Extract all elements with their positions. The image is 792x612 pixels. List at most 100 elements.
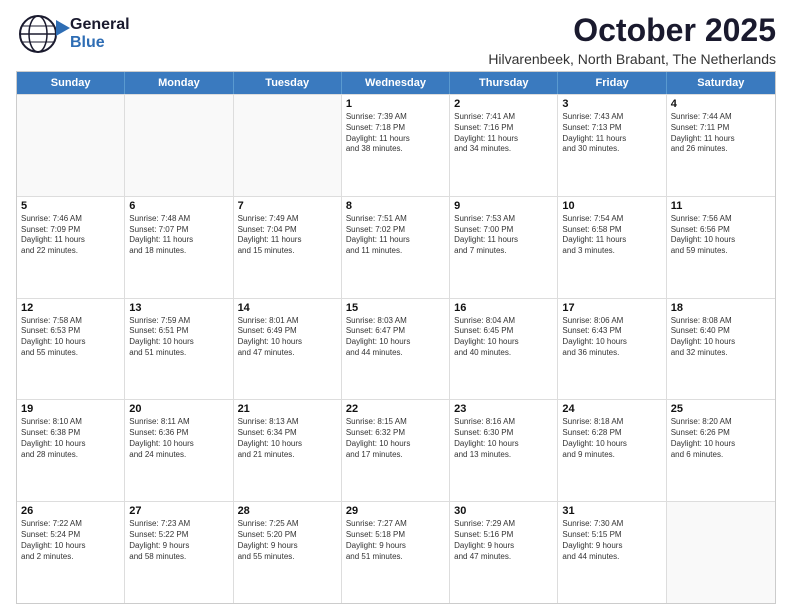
logo-general: General [70,16,130,34]
calendar-cell [667,502,775,603]
calendar-cell: 18 Sunrise: 8:08 AM Sunset: 6:40 PM Dayli… [667,299,775,400]
subtitle: Hilvarenbeek, North Brabant, The Netherl… [488,51,776,67]
day-info: Sunrise: 7:51 AM Sunset: 7:02 PM Dayligh… [346,214,445,257]
day-info: Sunrise: 7:46 AM Sunset: 7:09 PM Dayligh… [21,214,120,257]
calendar-cell: 25 Sunrise: 8:20 AM Sunset: 6:26 PM Dayli… [667,400,775,501]
day-info: Sunrise: 7:59 AM Sunset: 6:51 PM Dayligh… [129,316,228,359]
calendar-cell: 9Sunrise: 7:53 AM Sunset: 7:00 PM Daylig… [450,197,558,298]
day-info: Sunrise: 7:30 AM Sunset: 5:15 PM Dayligh… [562,519,661,562]
day-info: Sunrise: 8:13 AM Sunset: 6:34 PM Dayligh… [238,417,337,460]
calendar-cell: 20 Sunrise: 8:11 AM Sunset: 6:36 PM Dayli… [125,400,233,501]
day-number: 5 [21,200,120,212]
day-number: 3 [562,98,661,110]
day-number: 6 [129,200,228,212]
day-number: 30 [454,505,553,517]
calendar-cell: 3 Sunrise: 7:43 AM Sunset: 7:13 PM Daylig… [558,95,666,196]
day-number: 10 [562,200,661,212]
calendar-cell: 19 Sunrise: 8:10 AM Sunset: 6:38 PM Dayli… [17,400,125,501]
day-info: Sunrise: 7:44 AM Sunset: 7:11 PM Dayligh… [671,112,771,155]
day-number: 12 [21,302,120,314]
day-number: 14 [238,302,337,314]
day-info: Sunrise: 7:41 AM Sunset: 7:16 PM Dayligh… [454,112,553,155]
day-number: 26 [21,505,120,517]
calendar-cell: 24 Sunrise: 8:18 AM Sunset: 6:28 PM Dayli… [558,400,666,501]
calendar-cell: 30 Sunrise: 7:29 AM Sunset: 5:16 PM Dayli… [450,502,558,603]
day-info: Sunrise: 8:20 AM Sunset: 6:26 PM Dayligh… [671,417,771,460]
calendar-cell [17,95,125,196]
day-of-week-header: Friday [558,72,666,94]
calendar-header: SundayMondayTuesdayWednesdayThursdayFrid… [17,72,775,94]
day-info: Sunrise: 7:27 AM Sunset: 5:18 PM Dayligh… [346,519,445,562]
calendar-cell: 16 Sunrise: 8:04 AM Sunset: 6:45 PM Dayli… [450,299,558,400]
logo-icon [16,12,74,56]
day-info: Sunrise: 7:49 AM Sunset: 7:04 PM Dayligh… [238,214,337,257]
logo: General Blue [16,12,130,56]
day-number: 28 [238,505,337,517]
calendar-cell [234,95,342,196]
calendar-row: 26 Sunrise: 7:22 AM Sunset: 5:24 PM Dayli… [17,501,775,603]
day-info: Sunrise: 8:18 AM Sunset: 6:28 PM Dayligh… [562,417,661,460]
day-of-week-header: Monday [125,72,233,94]
calendar-row: 1 Sunrise: 7:39 AM Sunset: 7:18 PM Daylig… [17,94,775,196]
calendar-cell: 29Sunrise: 7:27 AM Sunset: 5:18 PM Dayli… [342,502,450,603]
calendar-cell: 12Sunrise: 7:58 AM Sunset: 6:53 PM Dayli… [17,299,125,400]
calendar-cell: 22Sunrise: 8:15 AM Sunset: 6:32 PM Dayli… [342,400,450,501]
day-of-week-header: Thursday [450,72,558,94]
day-number: 15 [346,302,445,314]
day-info: Sunrise: 7:25 AM Sunset: 5:20 PM Dayligh… [238,519,337,562]
day-info: Sunrise: 8:11 AM Sunset: 6:36 PM Dayligh… [129,417,228,460]
day-of-week-header: Tuesday [234,72,342,94]
calendar-cell: 21Sunrise: 8:13 AM Sunset: 6:34 PM Dayli… [234,400,342,501]
calendar-cell: 7Sunrise: 7:49 AM Sunset: 7:04 PM Daylig… [234,197,342,298]
main-title: October 2025 [488,12,776,49]
calendar-row: 12Sunrise: 7:58 AM Sunset: 6:53 PM Dayli… [17,298,775,400]
title-block: October 2025 Hilvarenbeek, North Brabant… [488,12,776,67]
day-info: Sunrise: 7:23 AM Sunset: 5:22 PM Dayligh… [129,519,228,562]
day-number: 1 [346,98,445,110]
day-info: Sunrise: 8:15 AM Sunset: 6:32 PM Dayligh… [346,417,445,460]
day-number: 19 [21,403,120,415]
calendar: SundayMondayTuesdayWednesdayThursdayFrid… [16,71,776,604]
day-number: 24 [562,403,661,415]
day-info: Sunrise: 8:08 AM Sunset: 6:40 PM Dayligh… [671,316,771,359]
day-info: Sunrise: 8:03 AM Sunset: 6:47 PM Dayligh… [346,316,445,359]
header: General Blue October 2025 Hilvarenbeek, … [16,12,776,67]
day-info: Sunrise: 7:48 AM Sunset: 7:07 PM Dayligh… [129,214,228,257]
calendar-cell: 13 Sunrise: 7:59 AM Sunset: 6:51 PM Dayli… [125,299,233,400]
day-number: 18 [671,302,771,314]
calendar-row: 5 Sunrise: 7:46 AM Sunset: 7:09 PM Daylig… [17,196,775,298]
day-number: 2 [454,98,553,110]
day-number: 16 [454,302,553,314]
day-info: Sunrise: 7:56 AM Sunset: 6:56 PM Dayligh… [671,214,771,257]
day-number: 20 [129,403,228,415]
day-number: 31 [562,505,661,517]
day-number: 25 [671,403,771,415]
day-info: Sunrise: 7:29 AM Sunset: 5:16 PM Dayligh… [454,519,553,562]
day-info: Sunrise: 8:10 AM Sunset: 6:38 PM Dayligh… [21,417,120,460]
day-info: Sunrise: 7:22 AM Sunset: 5:24 PM Dayligh… [21,519,120,562]
day-number: 11 [671,200,771,212]
calendar-cell: 17 Sunrise: 8:06 AM Sunset: 6:43 PM Dayli… [558,299,666,400]
day-info: Sunrise: 8:16 AM Sunset: 6:30 PM Dayligh… [454,417,553,460]
day-info: Sunrise: 7:39 AM Sunset: 7:18 PM Dayligh… [346,112,445,155]
day-of-week-header: Saturday [667,72,775,94]
calendar-cell: 5 Sunrise: 7:46 AM Sunset: 7:09 PM Daylig… [17,197,125,298]
day-number: 17 [562,302,661,314]
day-info: Sunrise: 8:06 AM Sunset: 6:43 PM Dayligh… [562,316,661,359]
calendar-cell: 23Sunrise: 8:16 AM Sunset: 6:30 PM Dayli… [450,400,558,501]
calendar-cell: 10 Sunrise: 7:54 AM Sunset: 6:58 PM Dayli… [558,197,666,298]
calendar-cell: 31 Sunrise: 7:30 AM Sunset: 5:15 PM Dayli… [558,502,666,603]
calendar-cell: 11 Sunrise: 7:56 AM Sunset: 6:56 PM Dayli… [667,197,775,298]
calendar-body: 1 Sunrise: 7:39 AM Sunset: 7:18 PM Daylig… [17,94,775,603]
day-info: Sunrise: 8:01 AM Sunset: 6:49 PM Dayligh… [238,316,337,359]
day-of-week-header: Sunday [17,72,125,94]
calendar-cell: 26 Sunrise: 7:22 AM Sunset: 5:24 PM Dayli… [17,502,125,603]
day-info: Sunrise: 8:04 AM Sunset: 6:45 PM Dayligh… [454,316,553,359]
calendar-cell: 8Sunrise: 7:51 AM Sunset: 7:02 PM Daylig… [342,197,450,298]
day-number: 13 [129,302,228,314]
page: General Blue October 2025 Hilvarenbeek, … [0,0,792,612]
day-info: Sunrise: 7:43 AM Sunset: 7:13 PM Dayligh… [562,112,661,155]
calendar-row: 19 Sunrise: 8:10 AM Sunset: 6:38 PM Dayli… [17,399,775,501]
logo-blue: Blue [70,34,130,52]
day-info: Sunrise: 7:54 AM Sunset: 6:58 PM Dayligh… [562,214,661,257]
